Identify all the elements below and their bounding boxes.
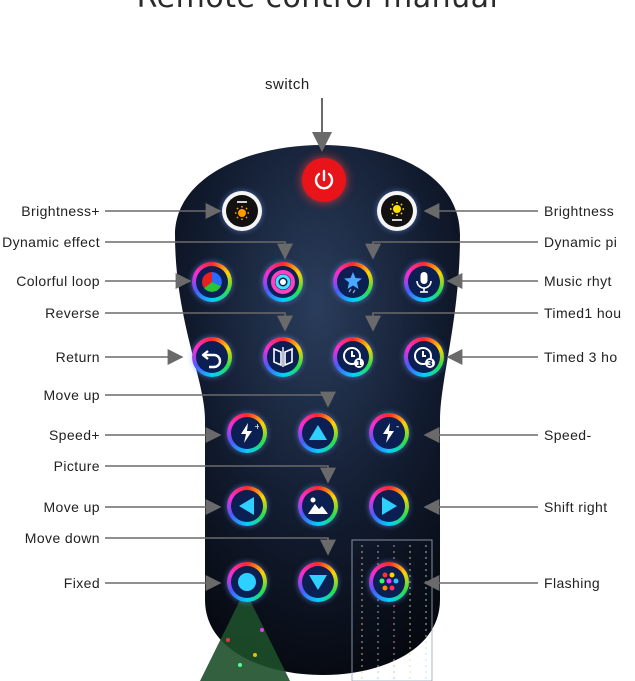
shift-right-icon [373,490,405,522]
switch-label: switch [265,76,310,93]
label-music-rhythm: Music rhyt [544,273,612,289]
timer-3h-button[interactable]: 3 [404,337,444,377]
reverse-icon [267,341,299,373]
move-up-button[interactable] [298,413,338,453]
label-picture: Picture [53,458,100,474]
label-dynamic-effect: Dynamic effect [2,234,100,250]
timer-1h-button[interactable]: 1 [333,337,373,377]
svg-text:3: 3 [427,359,433,368]
label-timed-1h: Timed1 hou [544,305,622,321]
reverse-button[interactable] [263,337,303,377]
brightness-down-icon [381,195,413,227]
move-left-button[interactable] [227,486,267,526]
power-button[interactable] [302,158,346,202]
label-move-up: Move up [43,387,100,403]
speed-down-icon: - [373,417,405,449]
speed-down-button[interactable]: - [369,413,409,453]
speed-up-button[interactable]: + [227,413,267,453]
svg-text:-: - [396,422,399,432]
speed-up-icon: + [231,417,263,449]
picture-icon [302,490,334,522]
label-colorful-loop: Colorful loop [16,273,100,289]
brightness-up-button[interactable] [222,191,262,231]
label-brightness-down: Brightness [544,203,615,219]
label-speed-down: Speed- [544,427,592,443]
label-return: Return [55,349,100,365]
move-down-button[interactable] [298,562,338,602]
flashing-icon [373,566,405,598]
label-reverse: Reverse [45,305,100,321]
label-move-down: Move down [24,530,100,546]
return-icon [196,341,228,373]
move-left-icon [231,490,263,522]
colorful-loop-button[interactable] [192,262,232,302]
music-rhythm-button[interactable] [404,262,444,302]
dynamic-effect-button[interactable] [263,262,303,302]
fixed-icon [231,566,263,598]
power-icon [302,158,346,202]
brightness-up-icon [226,195,258,227]
label-flashing: Flashing [544,575,601,591]
dynamic-picture-icon [337,266,369,298]
shift-right-button[interactable] [369,486,409,526]
dynamic-effect-icon [267,266,299,298]
svg-text:1: 1 [356,359,362,368]
label-dynamic-picture: Dynamic pi [544,234,618,250]
flashing-button[interactable] [369,562,409,602]
music-rhythm-icon [408,266,440,298]
timer-3h-icon: 3 [408,341,440,373]
label-fixed: Fixed [63,575,100,591]
dynamic-picture-button[interactable] [333,262,373,302]
label-brightness-up: Brightness+ [21,203,100,219]
fixed-button[interactable] [227,562,267,602]
move-down-icon [302,566,334,598]
return-button[interactable] [192,337,232,377]
label-move-up-2: Move up [43,499,100,515]
label-shift-right: Shift right [544,499,608,515]
label-timed-3h: Timed 3 ho [544,349,618,365]
label-speed-up: Speed+ [48,427,100,443]
colorful-loop-icon [196,266,228,298]
picture-button[interactable] [298,486,338,526]
timer-1h-icon: 1 [337,341,369,373]
svg-text:+: + [254,422,259,431]
brightness-down-button[interactable] [377,191,417,231]
move-up-icon [302,417,334,449]
